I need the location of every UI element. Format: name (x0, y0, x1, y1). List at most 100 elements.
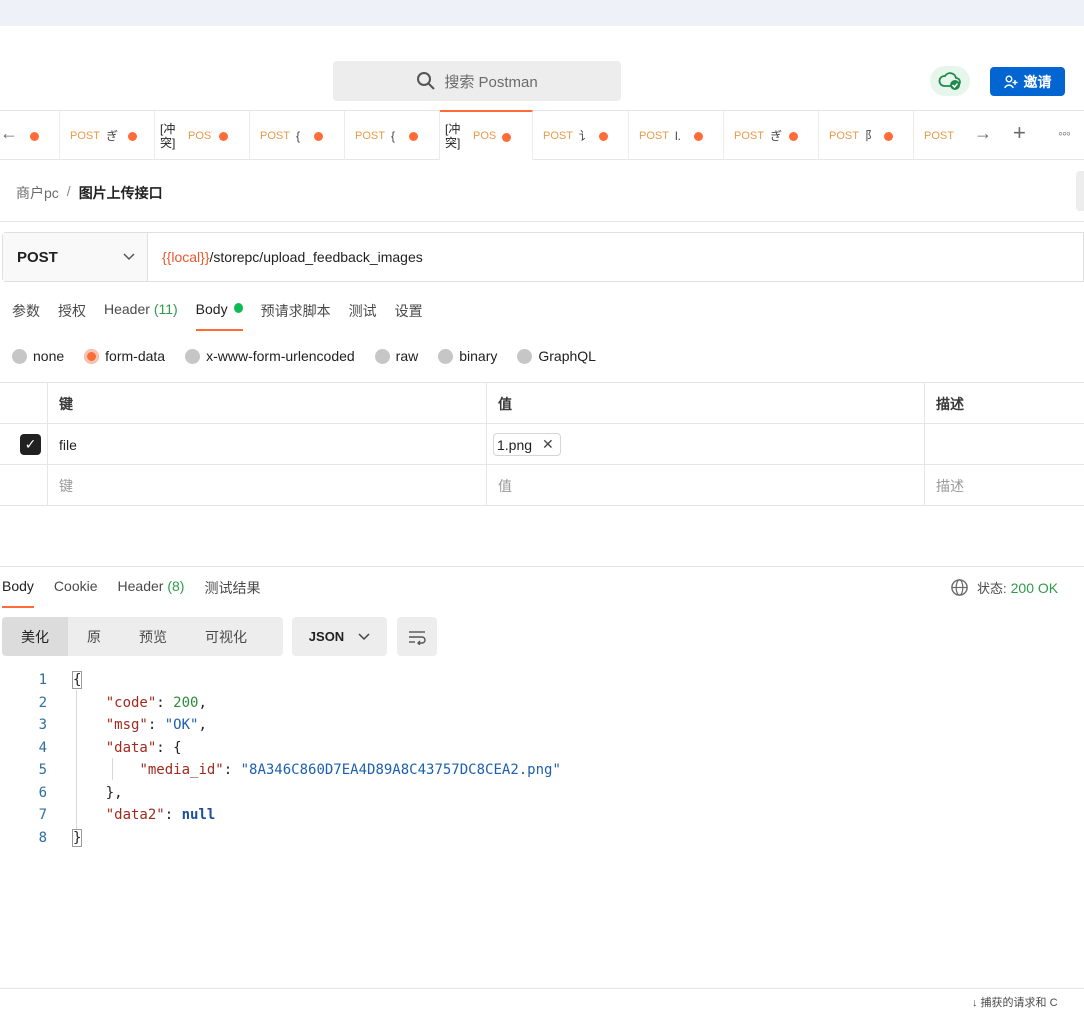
code-line: "code": 200, (105, 695, 207, 711)
tab-item[interactable]: POST 讠 (533, 111, 629, 160)
breadcrumb-parent[interactable]: 商户pc (16, 183, 59, 203)
arrow-right-icon[interactable]: → (974, 123, 992, 144)
row-description-cell[interactable] (924, 424, 1084, 465)
new-value-input[interactable]: 值 (486, 465, 924, 506)
globe-icon[interactable] (950, 578, 969, 597)
response-tab-cookie[interactable]: Cookie (54, 578, 98, 608)
json-string: "8A346C860D7EA4D89A8C43757DC8CEA2.png" (240, 762, 561, 778)
tab-body-label: Body (195, 301, 228, 317)
view-visualize[interactable]: 可视化 (186, 617, 266, 656)
line-number: 1 (38, 672, 47, 688)
row-value-cell[interactable]: 1.png ✕ (486, 424, 924, 465)
code-line: } (72, 829, 83, 847)
remove-file-icon[interactable]: ✕ (542, 436, 554, 453)
radio-raw[interactable]: raw (374, 348, 419, 364)
radio-form-data[interactable]: form-data (84, 348, 165, 364)
tab-item[interactable]: [冲突] POST (155, 111, 250, 160)
tab-method: POST (188, 129, 212, 142)
wrap-lines-button[interactable] (397, 617, 437, 656)
line-number: 8 (38, 830, 47, 846)
tab-settings[interactable]: 设置 (395, 301, 423, 331)
search-bar[interactable]: 搜索 Postman (333, 61, 621, 101)
format-select[interactable]: JSON (292, 617, 387, 656)
status-bar (0, 988, 1084, 1002)
tab-method: POST (543, 129, 573, 142)
radio-label: GraphQL (538, 348, 596, 364)
view-pretty[interactable]: 美化 (2, 617, 68, 656)
response-tab-headers-count: (8) (167, 578, 185, 594)
tab-item[interactable]: POST ぎ (60, 111, 155, 160)
radio-label: raw (395, 348, 419, 364)
line-number: 2 (38, 695, 47, 711)
tab-item[interactable]: POST (914, 111, 968, 160)
radio-circle-icon (517, 348, 533, 364)
breadcrumb: 商户pc / 图片上传接口 (16, 183, 163, 203)
radio-circle-icon (438, 348, 454, 364)
response-tab-tests[interactable]: 测试结果 (204, 578, 260, 608)
code-line: "data2": null (105, 807, 216, 823)
tab-item[interactable]: POST { (345, 111, 440, 160)
tab-body[interactable]: Body (195, 301, 243, 331)
top-strip (0, 0, 1084, 26)
side-panel-edge[interactable] (1076, 171, 1084, 211)
body-mode-radios: none form-data x-www-form-urlencoded raw… (12, 348, 596, 364)
status-value[interactable]: 200 OK (1011, 580, 1058, 596)
tab-method: POS (473, 130, 497, 142)
view-preview[interactable]: 预览 (120, 617, 186, 656)
tab-auth[interactable]: 授权 (58, 301, 86, 331)
breadcrumb-current[interactable]: 图片上传接口 (79, 183, 163, 203)
tab-method: POST (924, 129, 954, 142)
tab-title: ぎ (769, 129, 782, 143)
tab-prerequest[interactable]: 预请求脚本 (261, 301, 331, 331)
tab-item[interactable]: POST ぎ (724, 111, 819, 160)
chevron-down-icon (358, 632, 370, 640)
method-select[interactable]: POST (3, 233, 148, 281)
tab-title: ぎ (105, 129, 118, 143)
radio-binary[interactable]: binary (438, 348, 497, 364)
radio-label: binary (459, 348, 498, 364)
response-tabs: Body Cookie Header (8) 测试结果 (2, 578, 260, 608)
tab-headers-label: Header (104, 301, 150, 317)
unsaved-dot-icon (314, 132, 323, 141)
arrow-left-icon[interactable]: ← (0, 123, 18, 144)
code-line: "data": { (105, 740, 182, 756)
request-tab-bar: ← POST ぎ [冲突] POST POST { POST { [冲突] PO… (0, 110, 1084, 160)
unsaved-dot-icon (409, 132, 418, 141)
line-number: 5 (38, 762, 47, 778)
radio-urlencoded[interactable]: x-www-form-urlencoded (185, 348, 355, 364)
new-description-input[interactable]: 描述 (924, 465, 1084, 506)
row-checkbox[interactable]: ✓ (20, 434, 41, 455)
row-key-cell[interactable]: file (47, 424, 486, 465)
more-options-icon[interactable]: ◦◦◦ (1058, 125, 1071, 141)
response-tab-body[interactable]: Body (2, 578, 34, 608)
new-tab-plus-icon[interactable]: + (1013, 120, 1026, 146)
capture-requests-link[interactable]: ↓ 捕获的请求和 C (972, 994, 1058, 1010)
new-key-input[interactable]: 键 (47, 465, 486, 506)
sync-status-button[interactable] (930, 66, 970, 96)
tab-item[interactable]: POST l. (629, 111, 724, 160)
json-number: 200 (173, 695, 199, 711)
radio-circle-icon (374, 348, 390, 364)
radio-circle-icon (12, 348, 27, 364)
tab-item-active[interactable]: [冲突] POS (440, 110, 533, 160)
tab-item[interactable]: POST { (250, 111, 345, 160)
view-raw[interactable]: 原 (68, 617, 120, 656)
json-key: "msg" (105, 717, 148, 733)
response-tab-headers[interactable]: Header (8) (118, 578, 185, 608)
tab-tests[interactable]: 测试 (349, 301, 377, 331)
invite-button[interactable]: 邀请 (990, 67, 1065, 96)
tab-method: POST (70, 129, 100, 142)
radio-graphql[interactable]: GraphQL (517, 348, 596, 364)
code-line: }, (105, 785, 123, 801)
tab-headers[interactable]: Header (11) (104, 301, 178, 331)
unsaved-dot-icon (694, 132, 703, 141)
tab-item[interactable] (22, 111, 60, 160)
tab-method: POST (734, 129, 764, 142)
cloud-check-icon (938, 72, 961, 90)
tab-title: 阝 (864, 129, 877, 143)
radio-none[interactable]: none (12, 348, 64, 364)
tab-method: POST (355, 129, 385, 142)
tab-params[interactable]: 参数 (12, 301, 40, 331)
tab-item[interactable]: POST 阝 (819, 111, 914, 160)
url-input[interactable]: {{local}}/storepc/upload_feedback_images (148, 233, 1083, 281)
